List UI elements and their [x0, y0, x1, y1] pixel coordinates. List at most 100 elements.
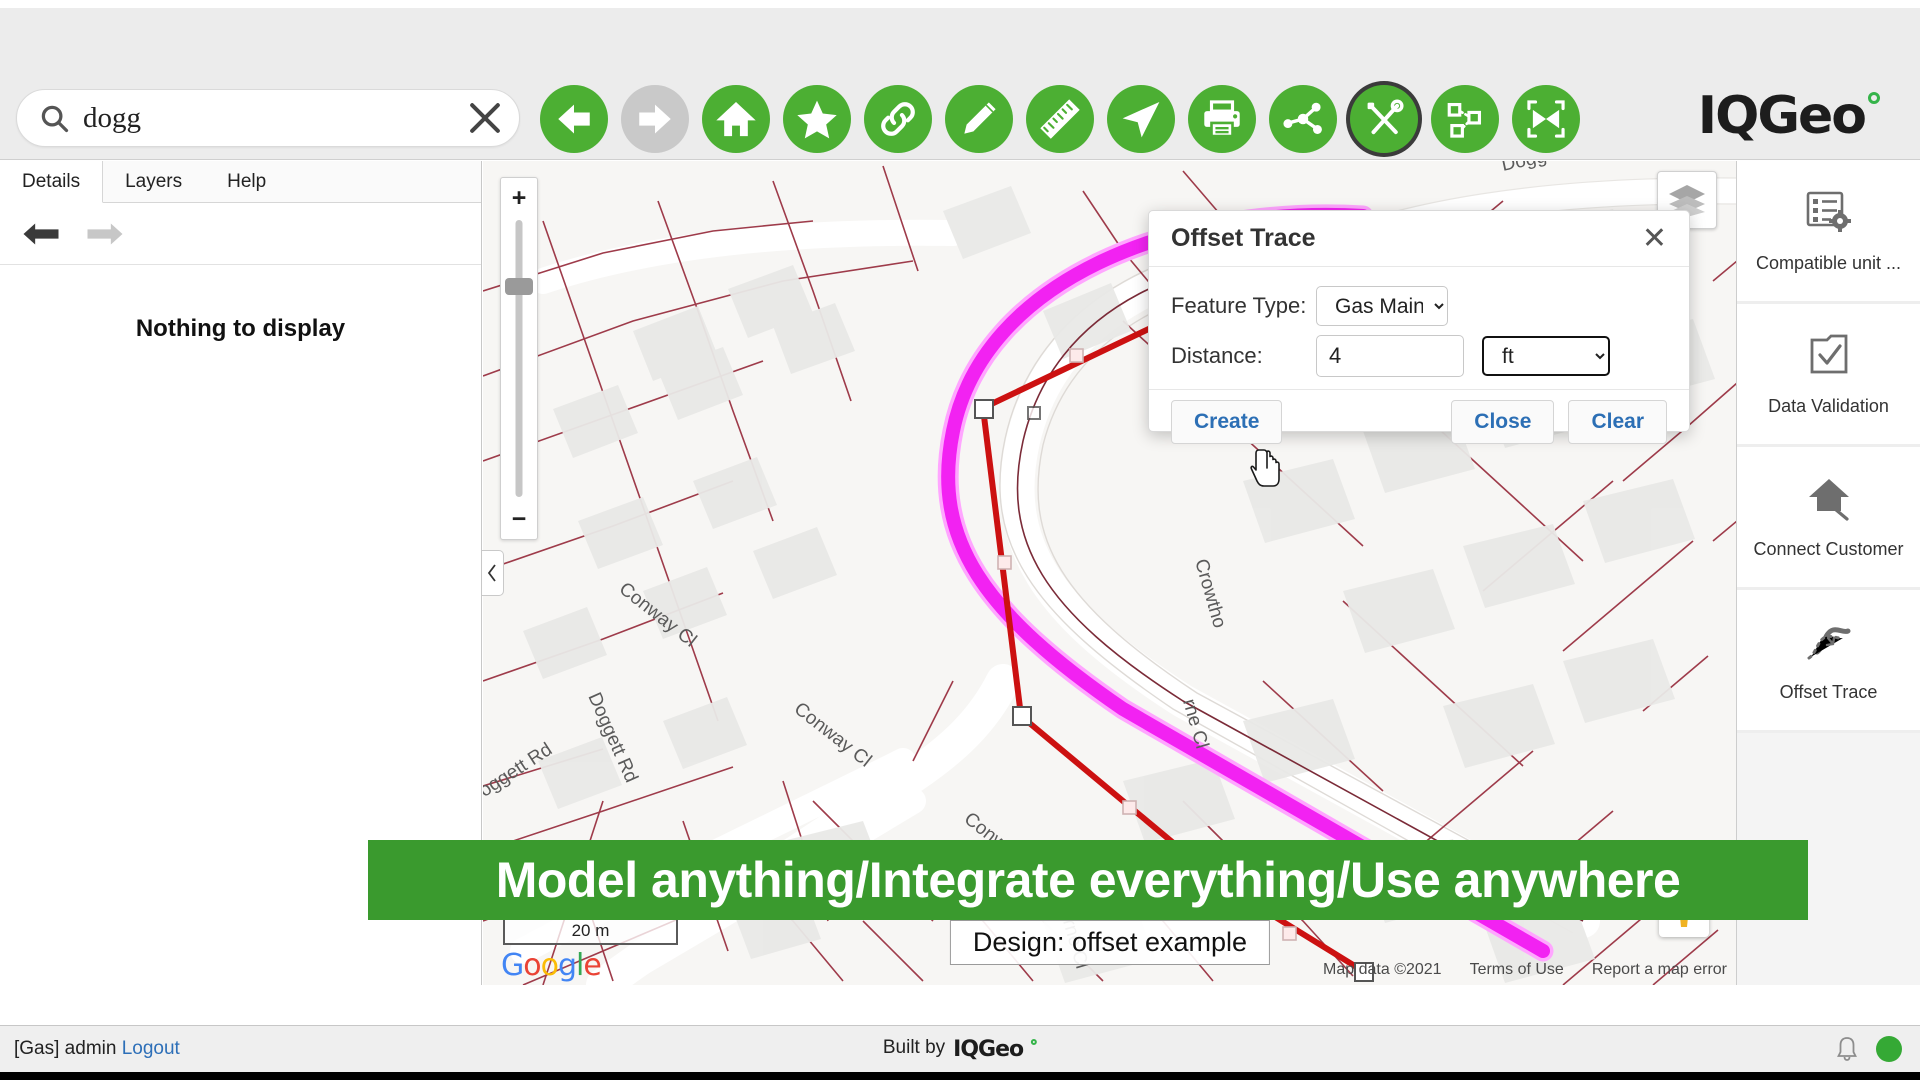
distance-label: Distance:: [1171, 343, 1263, 368]
link-icon: [881, 102, 915, 136]
marketing-banner-text: Model anything/Integrate everything/Use …: [495, 852, 1681, 908]
status-bar: [Gas] admin Logout Built by IQGeo: [0, 1025, 1920, 1072]
sidebar-item-connect-customer[interactable]: Connect Customer: [1737, 447, 1920, 590]
distance-row: Distance: ft: [1171, 331, 1667, 381]
design-name-chip: Design: offset example: [949, 920, 1271, 965]
left-panel-empty-message: Nothing to display: [135, 315, 346, 342]
map-scale-bar: 20 m: [503, 919, 678, 945]
zoom-slider-track[interactable]: [515, 220, 523, 497]
dialog-title: Offset Trace: [1171, 224, 1316, 252]
home-button[interactable]: [702, 85, 770, 153]
status-right-group: [1836, 1036, 1902, 1062]
map-attribution: Map data ©2021 Terms of Use Report a map…: [1323, 961, 1727, 979]
ruler-icon: [1040, 99, 1080, 139]
attribution-terms[interactable]: Terms of Use: [1470, 961, 1564, 979]
chevron-left-icon: [487, 564, 496, 582]
arrow-left-icon[interactable]: [22, 220, 60, 248]
google-logo-g1: G: [501, 948, 524, 983]
arrow-left-icon: [558, 104, 590, 134]
nodes-diagram-icon: [1447, 102, 1482, 138]
close-button[interactable]: Close: [1451, 399, 1555, 444]
paper-plane-icon: [1122, 101, 1160, 138]
attribution-map-data: Map data ©2021: [1323, 961, 1442, 978]
arrow-right-icon: [639, 104, 671, 134]
left-panel-nav: [0, 203, 481, 265]
tab-details[interactable]: Details: [0, 161, 104, 203]
bowtie-icon: [1527, 100, 1565, 138]
built-by-block: Built by IQGeo: [882, 1036, 1038, 1062]
edit-button[interactable]: [945, 85, 1013, 153]
distance-input[interactable]: [1316, 335, 1464, 377]
zoom-slider-thumb[interactable]: [505, 278, 533, 295]
tab-layers[interactable]: Layers: [103, 161, 205, 203]
feature-type-label: Feature Type:: [1171, 293, 1307, 318]
print-button[interactable]: [1188, 85, 1256, 153]
sidebar-label-connect-customer: Connect Customer: [1753, 538, 1904, 559]
application-window: IQGeo Details Layers Help Nothing to dis…: [0, 0, 1920, 1080]
built-by-brand: IQGeo: [953, 1036, 1024, 1062]
unit-select[interactable]: ft: [1482, 336, 1610, 376]
network-share-icon: [1283, 102, 1322, 134]
zoom-out-button[interactable]: −: [501, 499, 537, 539]
star-icon: [797, 100, 837, 139]
design-button[interactable]: [1431, 85, 1499, 153]
built-by-label: Built by: [882, 1036, 946, 1058]
panel-collapse-handle[interactable]: [482, 550, 504, 596]
home-icon: [716, 101, 756, 137]
bell-icon[interactable]: [1836, 1036, 1858, 1062]
zoom-in-button[interactable]: +: [501, 178, 537, 218]
forward-button[interactable]: [621, 85, 689, 153]
online-status-dot[interactable]: [1876, 1036, 1902, 1062]
iqgeo-logo: IQGeo: [1698, 86, 1880, 146]
sidebar-label-compatible-unit: Compatible unit ...: [1755, 252, 1902, 273]
attribution-report-error[interactable]: Report a map error: [1592, 961, 1727, 979]
sidebar-item-compatible-unit[interactable]: Compatible unit ...: [1737, 161, 1920, 304]
google-logo-o1: o: [523, 948, 541, 983]
sidebar-item-data-validation[interactable]: Data Validation: [1737, 304, 1920, 447]
dialog-footer-right: Close Clear: [1451, 399, 1667, 444]
bowtie-button[interactable]: [1512, 85, 1580, 153]
dialog-footer: Create Close Clear: [1149, 389, 1689, 453]
search-box[interactable]: [16, 89, 520, 147]
search-clear-icon[interactable]: [463, 96, 507, 140]
measure-button[interactable]: [1026, 85, 1094, 153]
tools-button[interactable]: [1350, 85, 1418, 153]
trace-button[interactable]: [1269, 85, 1337, 153]
google-logo-o2: o: [540, 948, 559, 983]
arrow-right-icon[interactable]: [86, 220, 124, 248]
clear-button[interactable]: Clear: [1568, 399, 1667, 444]
google-logo-g2: g: [557, 948, 577, 983]
pencil-icon: [962, 100, 998, 136]
bookmarks-button[interactable]: [783, 85, 851, 153]
left-panel-tabs: Details Layers Help: [0, 161, 481, 203]
checked-folder-icon: [1810, 334, 1847, 373]
offset-trace-dialog: Offset Trace ✕ Feature Type: Gas Main Di…: [1148, 210, 1690, 444]
search-icon: [39, 103, 69, 133]
navigate-button[interactable]: [1107, 85, 1175, 153]
tools-icon: [1367, 99, 1404, 135]
sidebar-item-offset-trace[interactable]: Offset Trace: [1737, 590, 1920, 733]
search-input[interactable]: [83, 101, 463, 135]
back-button[interactable]: [540, 85, 608, 153]
list-settings-icon: [1806, 191, 1851, 232]
google-logo: Google: [501, 948, 602, 983]
iqgeo-logo-dot: [1868, 92, 1880, 104]
main-toolbar: [540, 85, 1580, 153]
iqgeo-logo-text: IQGeo: [1697, 86, 1867, 146]
logout-link[interactable]: Logout: [122, 1038, 180, 1059]
built-by-brand-dot: [1031, 1038, 1038, 1045]
marketing-banner: Model anything/Integrate everything/Use …: [368, 840, 1808, 920]
create-button[interactable]: Create: [1171, 399, 1283, 444]
dialog-body: Feature Type: Gas Main Distance: ft: [1149, 267, 1689, 389]
google-logo-e: e: [583, 948, 601, 983]
dialog-close-icon[interactable]: ✕: [1642, 223, 1667, 254]
sidebar-label-offset-trace: Offset Trace: [1779, 681, 1878, 702]
status-context: [Gas] admin: [14, 1038, 117, 1059]
map-zoom-control[interactable]: + −: [500, 177, 538, 540]
window-bottom-edge: [0, 1072, 1920, 1080]
offset-trace-icon: [1807, 626, 1850, 659]
printer-icon: [1204, 100, 1240, 138]
tab-help[interactable]: Help: [205, 161, 289, 203]
link-button[interactable]: [864, 85, 932, 153]
feature-type-select[interactable]: Gas Main: [1316, 286, 1448, 326]
